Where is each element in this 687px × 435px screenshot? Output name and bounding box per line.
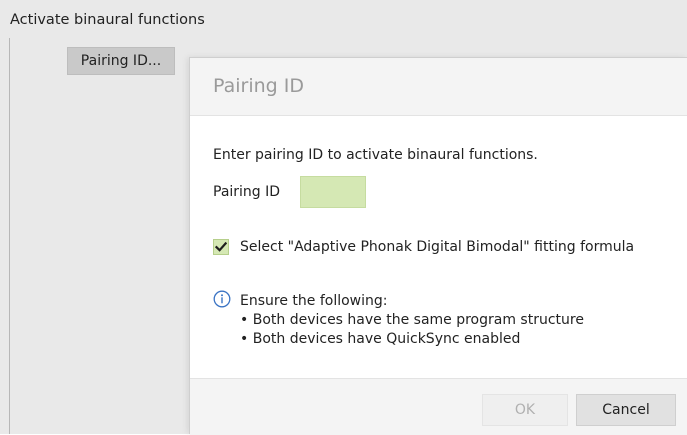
panel-title: Activate binaural functions <box>10 12 205 28</box>
info-heading: Ensure the following: <box>240 293 388 309</box>
instruction-text: Enter pairing ID to activate binaural fu… <box>213 147 538 163</box>
pairing-id-label: Pairing ID <box>213 184 281 200</box>
ok-button[interactable]: OK <box>482 394 568 426</box>
dialog-header: Pairing ID <box>190 58 687 116</box>
pairing-id-dialog: Pairing ID Enter pairing ID to activate … <box>189 57 687 435</box>
bimodal-formula-checkbox[interactable] <box>213 239 229 255</box>
info-item: • Both devices have the same program str… <box>240 312 584 328</box>
bimodal-formula-label: Select "Adaptive Phonak Digital Bimodal"… <box>240 239 635 255</box>
dialog-footer: OK Cancel <box>190 378 687 435</box>
cancel-button[interactable]: Cancel <box>576 394 676 426</box>
info-message: Ensure the following: • Both devices hav… <box>240 292 584 349</box>
pairing-id-input[interactable] <box>300 176 366 208</box>
info-icon <box>213 290 231 308</box>
panel-divider <box>9 38 10 434</box>
check-icon <box>215 241 227 252</box>
info-item: • Both devices have QuickSync enabled <box>240 331 521 347</box>
pairing-id-button[interactable]: Pairing ID... <box>67 47 175 75</box>
dialog-title: Pairing ID <box>213 75 304 97</box>
